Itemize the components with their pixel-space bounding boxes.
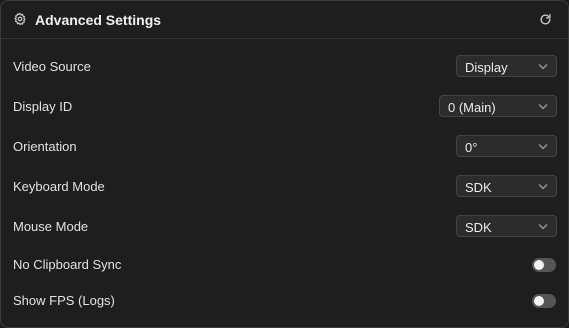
chevron-down-icon: [538, 184, 548, 190]
setting-row-display-id: Display ID 0 (Main): [1, 95, 568, 119]
advanced-settings-panel: Advanced Settings Video Source Display D…: [0, 0, 569, 328]
mouse-mode-select[interactable]: SDK: [456, 215, 557, 237]
select-value: Display: [465, 60, 508, 75]
setting-row-keyboard-mode: Keyboard Mode SDK: [1, 175, 568, 199]
no-clipboard-sync-toggle[interactable]: [532, 258, 556, 272]
display-id-select[interactable]: 0 (Main): [439, 95, 557, 117]
setting-label: No Clipboard Sync: [13, 257, 122, 272]
panel-title: Advanced Settings: [35, 12, 162, 28]
select-value: SDK: [465, 180, 492, 195]
setting-label: Video Source: [13, 59, 91, 74]
chevron-down-icon: [538, 224, 548, 230]
refresh-icon[interactable]: [539, 13, 552, 26]
toggle-knob: [534, 296, 544, 306]
chevron-down-icon: [538, 144, 548, 150]
setting-row-show-fps: Show FPS (Logs): [1, 289, 568, 313]
orientation-select[interactable]: 0°: [456, 135, 557, 157]
select-value: 0°: [465, 140, 478, 155]
setting-label: Display ID: [13, 99, 73, 114]
chevron-down-icon: [538, 104, 548, 110]
chevron-down-icon: [538, 64, 548, 70]
gear-icon: [14, 12, 26, 26]
setting-label: Keyboard Mode: [13, 179, 105, 194]
setting-row-no-clipboard-sync: No Clipboard Sync: [1, 253, 568, 277]
select-value: SDK: [465, 220, 492, 235]
setting-label: Orientation: [13, 139, 77, 154]
setting-label: Mouse Mode: [13, 219, 89, 234]
setting-row-orientation: Orientation 0°: [1, 135, 568, 159]
setting-label: Show FPS (Logs): [13, 293, 115, 308]
select-value: 0 (Main): [448, 100, 496, 115]
show-fps-toggle[interactable]: [532, 294, 556, 308]
setting-row-mouse-mode: Mouse Mode SDK: [1, 215, 568, 239]
panel-header: Advanced Settings: [1, 1, 568, 39]
setting-row-video-source: Video Source Display: [1, 55, 568, 79]
video-source-select[interactable]: Display: [456, 55, 557, 77]
toggle-knob: [534, 260, 544, 270]
keyboard-mode-select[interactable]: SDK: [456, 175, 557, 197]
